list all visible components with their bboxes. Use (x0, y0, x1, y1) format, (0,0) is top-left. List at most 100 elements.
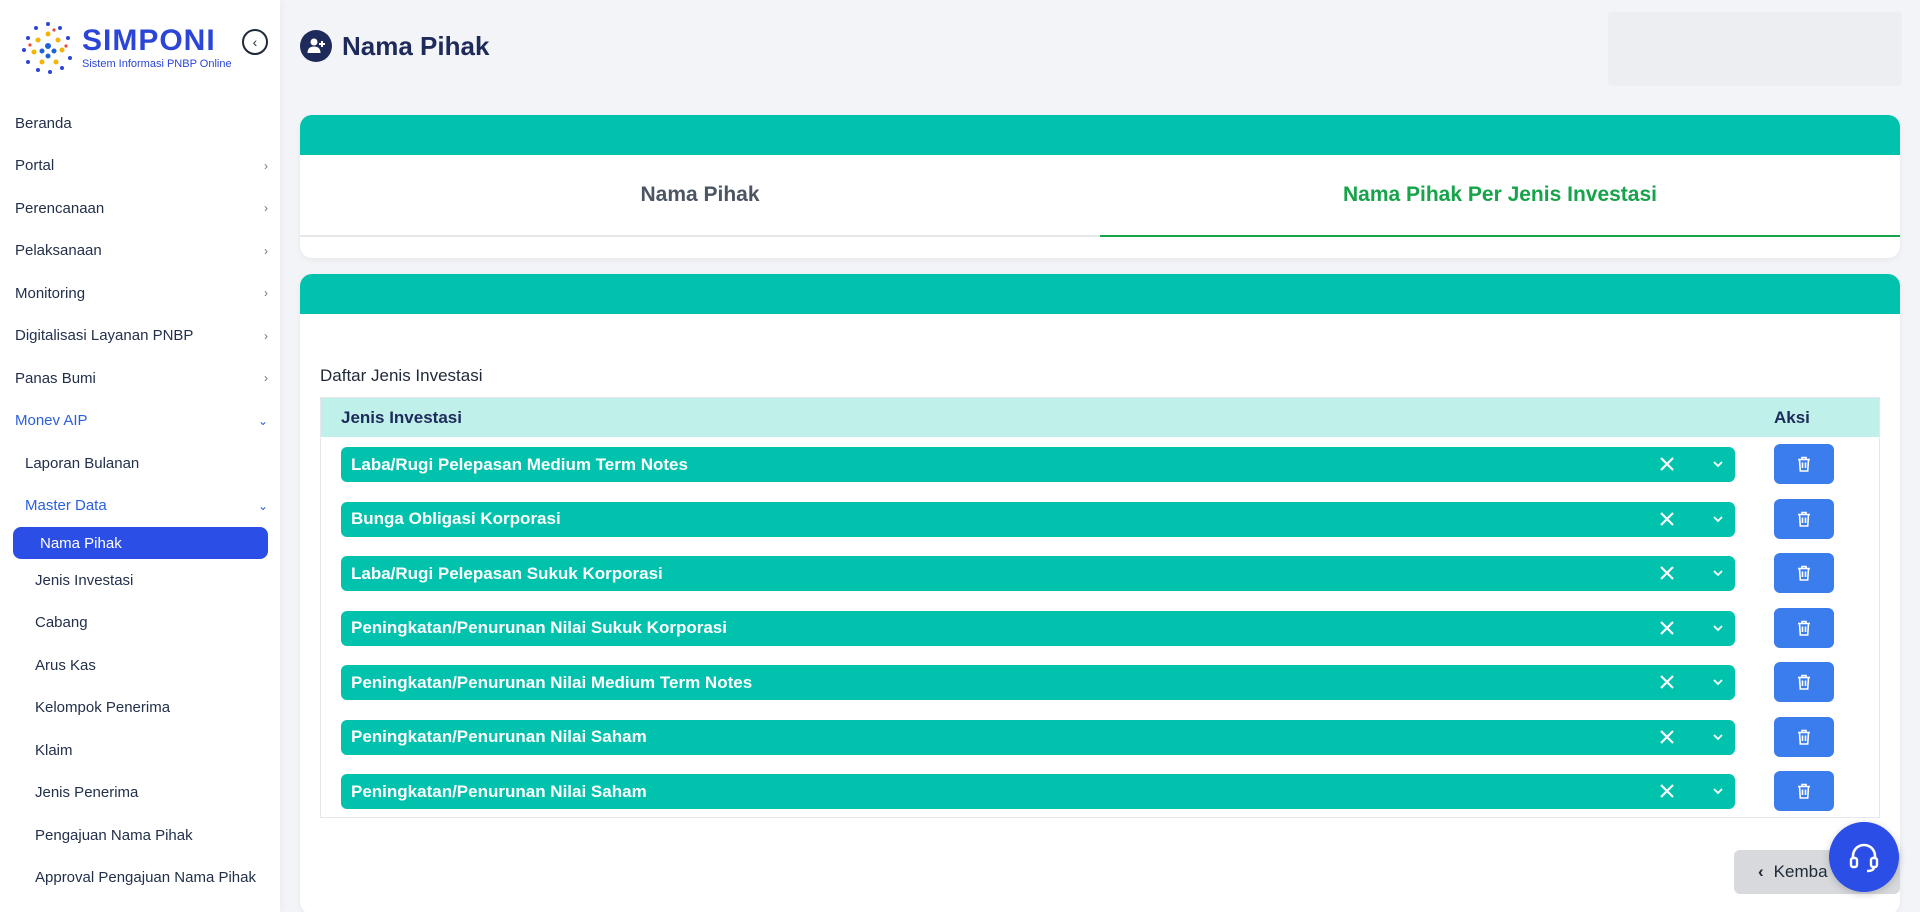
chevron-left-icon: ‹ (252, 34, 258, 50)
chevron-down-icon[interactable] (1711, 675, 1725, 689)
sidebar-item-klaim[interactable]: Klaim (0, 729, 280, 772)
sidebar-nav: Beranda Portal › Perencanaan › Pelaksana… (0, 102, 280, 899)
investment-select[interactable]: Peningkatan/Penurunan Nilai Saham (341, 774, 1735, 809)
table-row: Laba/Rugi Pelepasan Medium Term Notes (321, 437, 1881, 491)
investment-select[interactable]: Laba/Rugi Pelepasan Medium Term Notes (341, 447, 1735, 482)
trash-icon (1798, 456, 1810, 472)
sidebar-item-label: Kelompok Penerima (35, 699, 171, 717)
card-header-band (300, 115, 1900, 155)
sidebar: SIMPONI Sistem Informasi PNBP Online ‹ B… (0, 0, 280, 912)
chevron-down-icon[interactable] (1711, 730, 1725, 744)
header-user-area (1608, 12, 1902, 86)
investment-list-card: Daftar Jenis Investasi Jenis Investasi A… (300, 274, 1900, 912)
close-icon[interactable] (1657, 727, 1677, 747)
logo[interactable]: SIMPONI Sistem Informasi PNBP Online (18, 18, 232, 78)
sidebar-item-label: Cabang (35, 614, 88, 632)
investment-select[interactable]: Peningkatan/Penurunan Nilai Sukuk Korpor… (341, 610, 1735, 646)
close-icon[interactable] (1657, 781, 1677, 801)
sidebar-item-digitalisasi[interactable]: Digitalisasi Layanan PNBP › (0, 315, 280, 358)
select-value: Peningkatan/Penurunan Nilai Medium Term … (351, 672, 753, 692)
chevron-right-icon: › (264, 243, 268, 258)
sidebar-item-label: Monev AIP (15, 412, 88, 430)
sidebar-item-monev-aip[interactable]: Monev AIP ⌄ (0, 400, 280, 443)
chevron-down-icon: ⌄ (257, 498, 268, 513)
delete-button[interactable] (1774, 771, 1834, 811)
sidebar-item-kelompok-penerima[interactable]: Kelompok Penerima (0, 687, 280, 730)
sidebar-item-label: Panas Bumi (15, 369, 96, 387)
help-button[interactable] (1829, 822, 1899, 892)
sidebar-item-label: Monitoring (15, 284, 86, 302)
delete-button[interactable] (1774, 553, 1834, 593)
sidebar-item-label: Perencanaan (15, 199, 105, 217)
delete-button[interactable] (1774, 498, 1834, 539)
logo-title: SIMPONI (82, 24, 216, 57)
investment-select[interactable]: Laba/Rugi Pelepasan Sukuk Korporasi (341, 556, 1735, 591)
sidebar-item-pelaksanaan[interactable]: Pelaksanaan › (0, 230, 280, 273)
sidebar-item-label: Klaim (35, 741, 73, 759)
chevron-down-icon[interactable] (1711, 512, 1725, 526)
trash-icon (1798, 783, 1810, 799)
select-value: Peningkatan/Penurunan Nilai Saham (351, 727, 647, 746)
chevron-right-icon: › (264, 201, 268, 216)
chevron-left-icon: ‹ (1758, 862, 1764, 881)
close-icon[interactable] (1657, 672, 1677, 692)
sidebar-item-nama-pihak[interactable]: Nama Pihak (13, 527, 268, 559)
select-value: Peningkatan/Penurunan Nilai Sukuk Korpor… (351, 618, 727, 637)
column-header-aksi: Aksi (1774, 407, 1810, 427)
user-plus-icon (300, 30, 332, 62)
table-header: Jenis Investasi Aksi (321, 398, 1879, 437)
investment-select[interactable]: Peningkatan/Penurunan Nilai Medium Term … (341, 665, 1735, 700)
sidebar-item-pengajuan-nama-pihak[interactable]: Pengajuan Nama Pihak (0, 814, 280, 857)
table-row: Bunga Obligasi Korporasi (321, 492, 1881, 546)
tabs-card: Nama Pihak Nama Pihak Per Jenis Investas… (300, 115, 1900, 258)
sidebar-item-perencanaan[interactable]: Perencanaan › (0, 187, 280, 230)
column-header-jenis-investasi: Jenis Investasi (341, 407, 462, 427)
sidebar-item-label: Pengajuan Nama Pihak (35, 826, 193, 844)
page-header: Nama Pihak (300, 30, 489, 62)
logo-mark-icon (18, 18, 78, 78)
sidebar-item-cabang[interactable]: Cabang (0, 602, 280, 645)
chevron-right-icon: › (264, 328, 268, 343)
chevron-down-icon[interactable] (1711, 621, 1725, 635)
tab-nama-pihak-per-jenis-investasi[interactable]: Nama Pihak Per Jenis Investasi (1100, 155, 1900, 237)
sidebar-item-label: Approval Pengajuan Nama Pihak (35, 869, 256, 887)
sidebar-item-master-data[interactable]: Master Data ⌄ (0, 485, 280, 528)
investment-select[interactable]: Bunga Obligasi Korporasi (341, 501, 1735, 537)
chevron-right-icon: › (264, 371, 268, 386)
sidebar-item-label: Nama Pihak (40, 534, 122, 552)
trash-icon (1798, 674, 1810, 690)
trash-icon (1798, 511, 1810, 527)
sidebar-item-panas-bumi[interactable]: Panas Bumi › (0, 357, 280, 400)
sidebar-item-jenis-penerima[interactable]: Jenis Penerima (0, 772, 280, 815)
close-icon[interactable] (1657, 454, 1677, 474)
close-icon[interactable] (1657, 563, 1677, 583)
trash-icon (1798, 729, 1810, 745)
sidebar-item-label: Arus Kas (35, 656, 96, 674)
sidebar-item-laporan-bulanan[interactable]: Laporan Bulanan (0, 442, 280, 485)
tab-nama-pihak[interactable]: Nama Pihak (300, 155, 1100, 237)
investment-table: Jenis Investasi Aksi Laba/Rugi Pelepasan… (320, 397, 1880, 818)
sidebar-item-label: Portal (15, 157, 55, 175)
chevron-down-icon[interactable] (1711, 784, 1725, 798)
sidebar-item-portal[interactable]: Portal › (0, 145, 280, 188)
chevron-down-icon[interactable] (1711, 566, 1725, 580)
sidebar-item-label: Master Data (25, 497, 107, 515)
select-value: Peningkatan/Penurunan Nilai Saham (351, 781, 647, 801)
delete-button[interactable] (1774, 716, 1834, 757)
chevron-right-icon: › (264, 158, 268, 173)
collapse-sidebar-button[interactable]: ‹ (242, 29, 268, 55)
chevron-down-icon[interactable] (1711, 457, 1725, 471)
delete-button[interactable] (1774, 662, 1834, 702)
select-value: Laba/Rugi Pelepasan Sukuk Korporasi (351, 563, 663, 583)
close-icon[interactable] (1657, 509, 1677, 529)
sidebar-item-approval-pengajuan[interactable]: Approval Pengajuan Nama Pihak (0, 857, 280, 900)
sidebar-item-arus-kas[interactable]: Arus Kas (0, 644, 280, 687)
sidebar-item-jenis-investasi[interactable]: Jenis Investasi (0, 559, 280, 602)
investment-select[interactable]: Peningkatan/Penurunan Nilai Saham (341, 719, 1735, 755)
table-row: Laba/Rugi Pelepasan Sukuk Korporasi (321, 546, 1881, 600)
sidebar-item-beranda[interactable]: Beranda (0, 102, 280, 145)
close-icon[interactable] (1657, 618, 1677, 638)
sidebar-item-monitoring[interactable]: Monitoring › (0, 272, 280, 315)
delete-button[interactable] (1774, 444, 1834, 484)
delete-button[interactable] (1774, 607, 1834, 648)
